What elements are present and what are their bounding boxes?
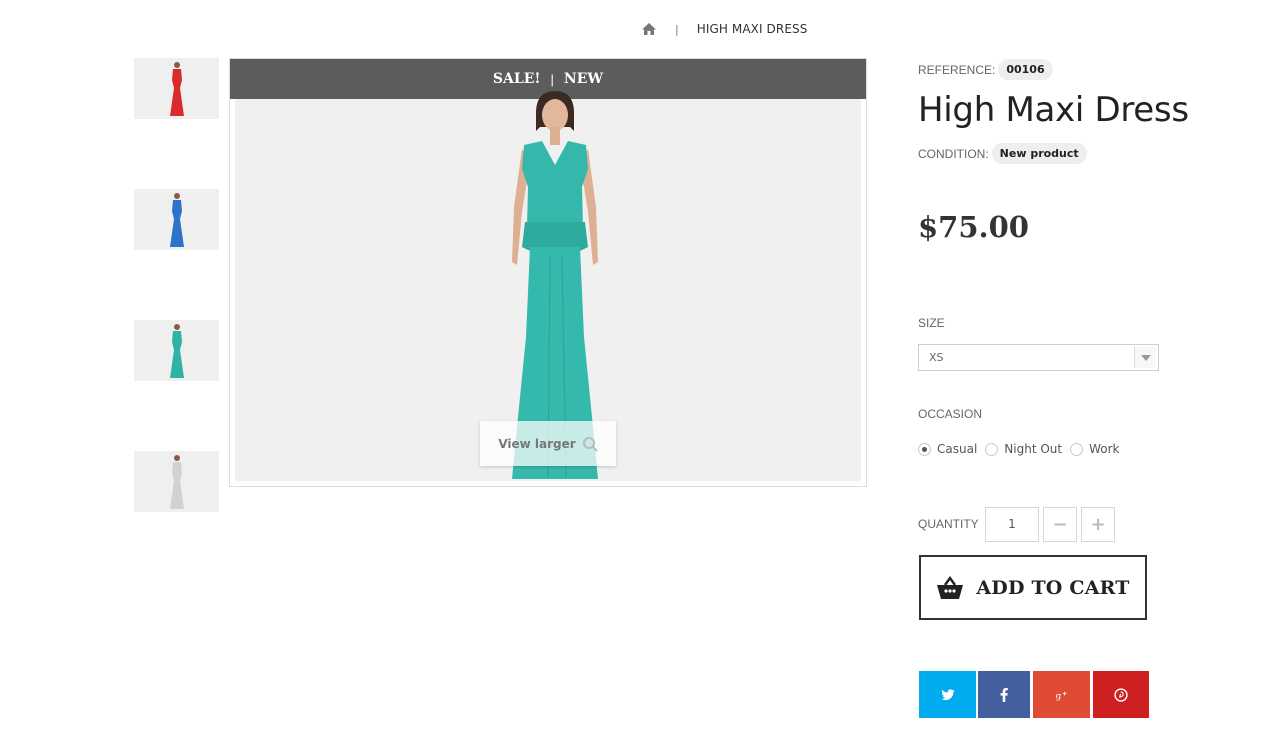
occasion-option-label: Night Out: [1004, 442, 1063, 456]
sale-badge: SALE!: [492, 71, 541, 87]
main-product-image[interactable]: SALE! | NEW View larger: [229, 58, 867, 487]
add-to-cart-label: ADD TO CART: [976, 576, 1130, 599]
quantity-decrease-button[interactable]: −: [1043, 507, 1077, 542]
product-price: $75.00: [918, 210, 1029, 244]
radio-night-out[interactable]: [985, 442, 999, 456]
dress-thumbnail-icon: [169, 192, 184, 247]
badge-separator: |: [550, 71, 554, 87]
quantity-label: QUANTITY: [918, 517, 979, 531]
view-larger-label: View larger: [498, 436, 576, 451]
size-select[interactable]: XS: [918, 344, 1159, 371]
reference-row: REFERENCE: 00106: [918, 59, 1053, 80]
thumbnail-red-dress[interactable]: [134, 58, 219, 119]
quantity-increase-button[interactable]: +: [1081, 507, 1115, 542]
radio-work[interactable]: [1070, 442, 1084, 456]
plus-icon: +: [1090, 514, 1106, 535]
size-label: SIZE: [918, 316, 945, 330]
dress-thumbnail-icon: [169, 454, 184, 509]
quantity-input[interactable]: 1: [985, 507, 1039, 542]
breadcrumb: | HIGH MAXI DRESS: [641, 19, 807, 39]
share-twitter-button[interactable]: [919, 671, 976, 718]
condition-row: CONDITION: New product: [918, 143, 1087, 164]
share-google-plus-button[interactable]: g +: [1033, 671, 1090, 718]
twitter-icon: [941, 688, 954, 700]
chevron-down-icon[interactable]: [1134, 347, 1156, 368]
new-badge: NEW: [563, 71, 604, 87]
dress-thumbnail-icon: [169, 61, 184, 116]
pinterest-icon: [1114, 687, 1128, 702]
reference-label: REFERENCE:: [918, 62, 996, 77]
size-selected-value: XS: [929, 351, 944, 364]
occasion-option-casual[interactable]: Casual: [918, 442, 977, 456]
thumbnail-blue-dress[interactable]: [134, 189, 219, 250]
occasion-options: Casual Night Out Work: [918, 442, 1127, 456]
product-title: High Maxi Dress: [918, 90, 1189, 130]
breadcrumb-current: HIGH MAXI DRESS: [696, 22, 808, 36]
google-plus-icon: g +: [1055, 689, 1067, 701]
radio-casual[interactable]: [918, 442, 931, 456]
share-facebook-button[interactable]: [978, 671, 1030, 718]
occasion-option-label: Casual: [937, 442, 978, 456]
condition-value: New product: [991, 143, 1087, 164]
occasion-option-night-out[interactable]: Night Out: [985, 442, 1062, 456]
svg-text:+: +: [1062, 689, 1067, 697]
occasion-label: OCCASION: [918, 407, 983, 421]
dress-thumbnail-icon: [169, 323, 184, 378]
minus-icon: −: [1052, 514, 1068, 535]
thumbnail-teal-dress[interactable]: [134, 320, 219, 381]
view-larger-button[interactable]: View larger: [480, 421, 616, 466]
facebook-icon: [1000, 687, 1008, 702]
add-to-cart-button[interactable]: ADD TO CART: [919, 555, 1147, 620]
basket-icon: [937, 575, 964, 599]
occasion-option-label: Work: [1089, 442, 1120, 456]
breadcrumb-separator: |: [675, 22, 679, 36]
condition-label: CONDITION:: [918, 146, 989, 161]
thumbnail-white-dress[interactable]: [134, 451, 219, 512]
svg-text:g: g: [1055, 691, 1061, 701]
zoom-icon: [582, 436, 598, 452]
reference-value: 00106: [998, 59, 1053, 80]
occasion-option-work[interactable]: Work: [1070, 442, 1119, 456]
home-icon[interactable]: [641, 22, 657, 36]
share-pinterest-button[interactable]: [1093, 671, 1149, 718]
